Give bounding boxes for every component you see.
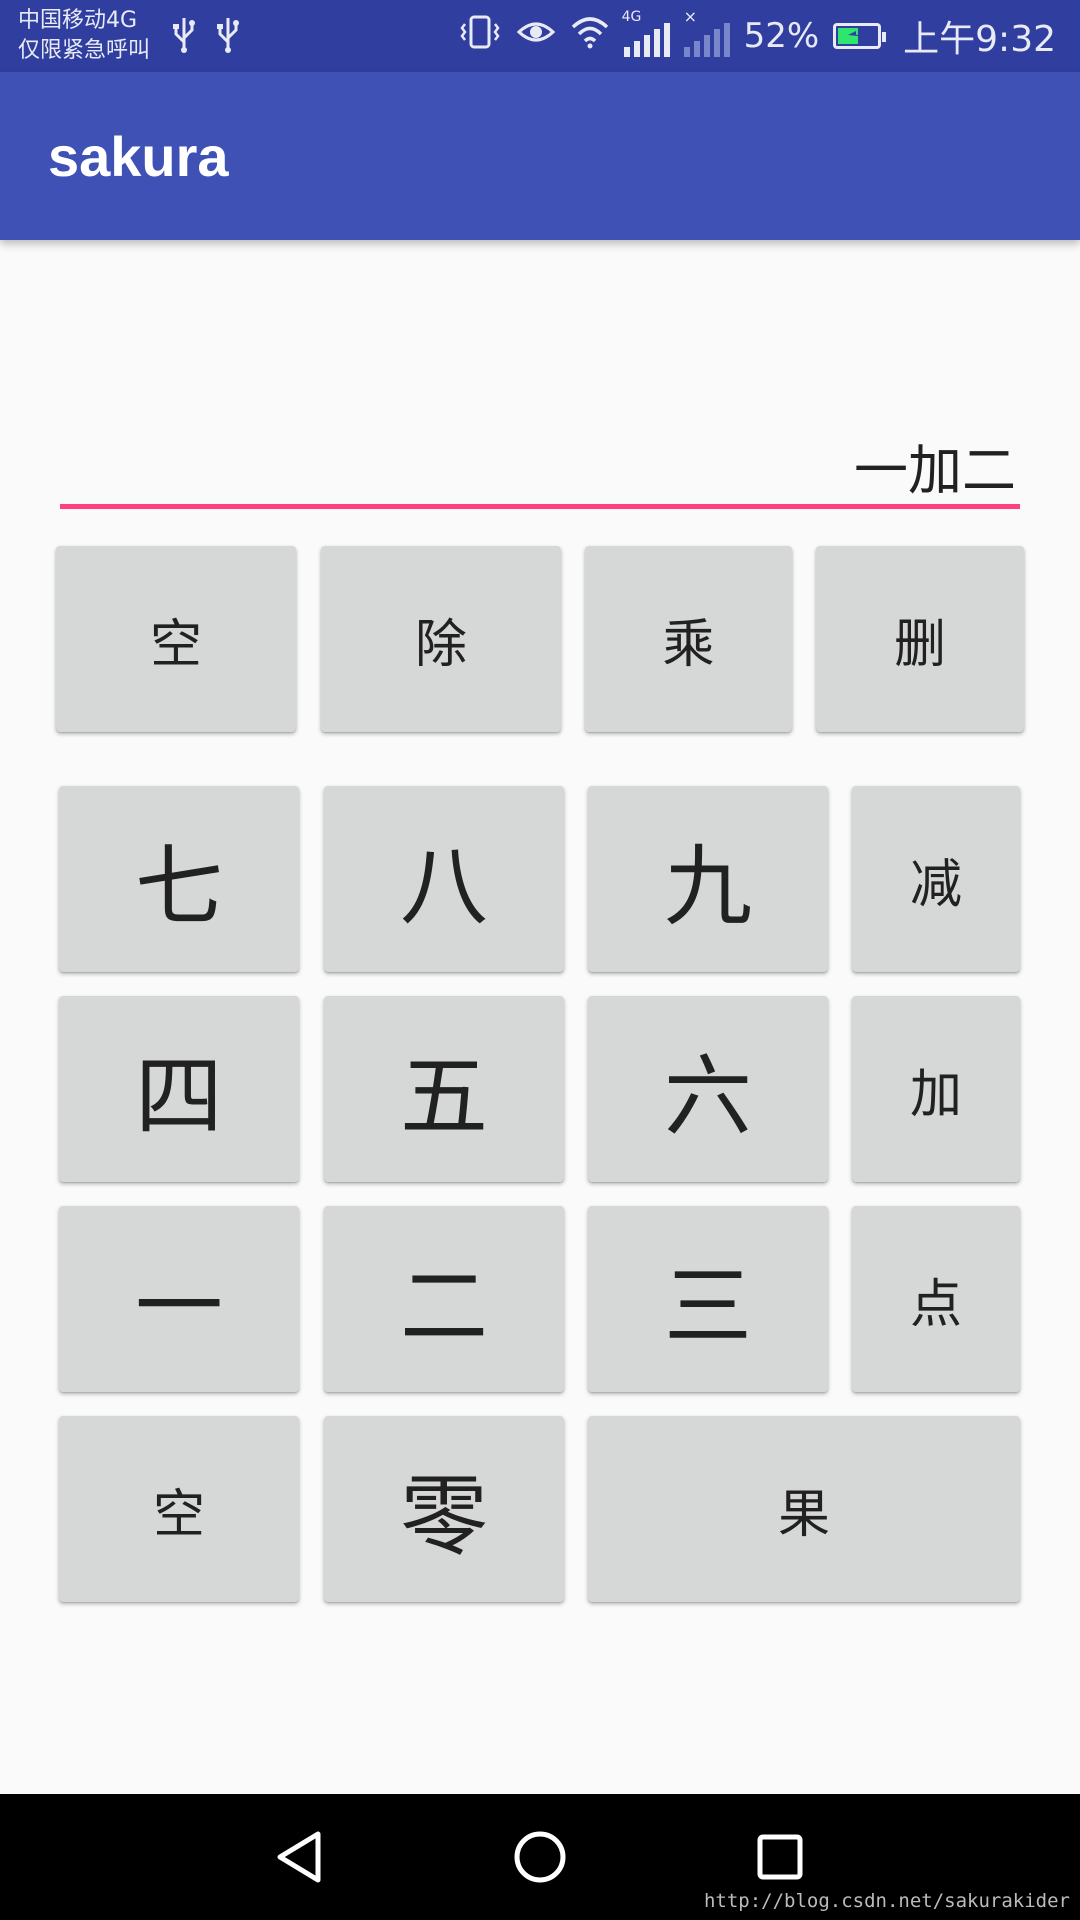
home-icon[interactable] — [514, 1830, 566, 1888]
battery-charging-icon — [833, 23, 887, 49]
key-result[interactable]: 果 — [588, 1416, 1020, 1602]
key-two[interactable]: 二 — [324, 1206, 564, 1392]
app-bar: sakura — [0, 72, 1080, 240]
key-five[interactable]: 五 — [324, 996, 564, 1182]
carrier-name: 中国移动4G — [18, 8, 138, 33]
key-subtract[interactable]: 减 — [852, 786, 1020, 972]
key-point[interactable]: 点 — [852, 1206, 1020, 1392]
expression-display[interactable]: 一加二 — [60, 420, 1020, 509]
recents-icon[interactable] — [756, 1830, 804, 1888]
usb-icon — [172, 16, 196, 62]
app-title: sakura — [48, 125, 229, 188]
key-add[interactable]: 加 — [852, 996, 1020, 1182]
back-icon[interactable] — [274, 1830, 324, 1888]
carrier-info: 中国移动4G 仅限紧急呼叫 — [18, 6, 150, 66]
key-one[interactable]: 一 — [59, 1206, 299, 1392]
key-zero[interactable]: 零 — [324, 1416, 564, 1602]
expression-text: 一加二 — [854, 439, 1016, 502]
signal-no-sim-icon: × — [683, 7, 730, 57]
key-nine[interactable]: 九 — [588, 786, 828, 972]
key-seven[interactable]: 七 — [59, 786, 299, 972]
wifi-icon — [570, 15, 610, 58]
navigation-bar: http://blog.csdn.net/sakurakider — [0, 1794, 1080, 1920]
key-multiply[interactable]: 乘 — [585, 546, 792, 732]
key-four[interactable]: 四 — [59, 996, 299, 1182]
status-bar: 中国移动4G 仅限紧急呼叫 4G × 52% 上午9:32 — [0, 0, 1080, 72]
eye-icon — [516, 16, 556, 57]
key-divide[interactable]: 除 — [321, 546, 561, 732]
watermark: http://blog.csdn.net/sakurakider — [703, 1890, 1070, 1912]
key-clear-bottom[interactable]: 空 — [59, 1416, 299, 1602]
key-eight[interactable]: 八 — [324, 786, 564, 972]
signal-icon: 4G — [622, 9, 670, 57]
key-three[interactable]: 三 — [588, 1206, 828, 1392]
status-time: 上午9:32 — [903, 19, 1056, 60]
battery-percent: 52% — [743, 16, 820, 56]
vibrate-icon — [458, 14, 502, 59]
key-six[interactable]: 六 — [588, 996, 828, 1182]
status-icons: 4G × 52% 上午9:32 — [458, 7, 1056, 60]
usb-icon — [216, 16, 240, 62]
carrier-status: 仅限紧急呼叫 — [18, 38, 151, 63]
key-delete[interactable]: 删 — [816, 546, 1024, 732]
key-clear-top[interactable]: 空 — [56, 546, 296, 732]
network-type: 4G — [621, 9, 642, 25]
